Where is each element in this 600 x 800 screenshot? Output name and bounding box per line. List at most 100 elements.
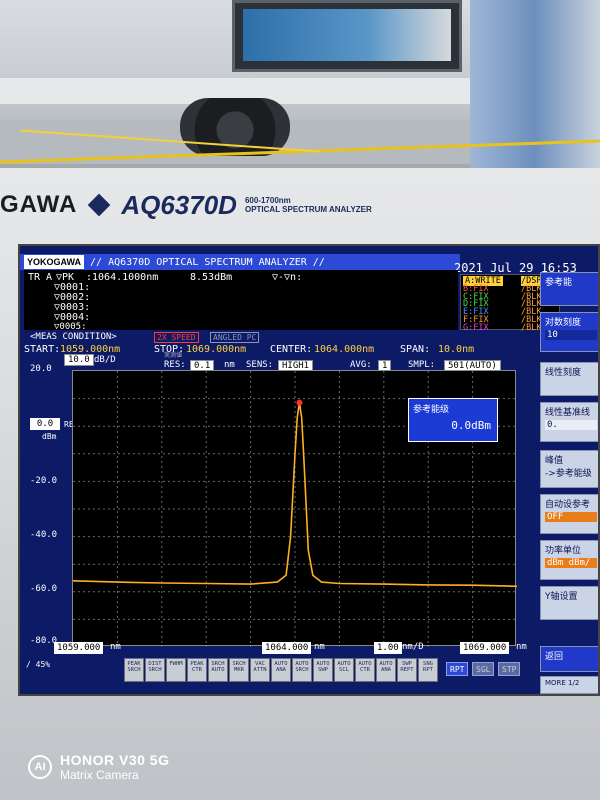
marker-wavelength: :1064.1000nm — [86, 272, 159, 283]
brand-bar: GAWA AQ6370D 600-1700nm OPTICAL SPECTRUM… — [0, 188, 372, 222]
speed-badge: 2X SPEED — [154, 332, 199, 343]
x-stop-value: 1069.000 — [460, 642, 510, 654]
softkey-peak-to-ref[interactable]: 峰值 ->参考能级 — [540, 450, 598, 488]
start-label: START: — [24, 344, 61, 355]
softkey-auto-ref-label: 自动设参考 — [545, 500, 591, 510]
toolbar-button[interactable]: SRCH MKR — [229, 658, 249, 682]
softkey-menu: 参考能 对数刻度 10 线性刻度 线性基准线 0. 峰值 ->参考能级 自动设参考 OF… — [540, 262, 598, 694]
toolbar-button[interactable]: AUTO SWP — [313, 658, 333, 682]
repeat-button[interactable]: RPT — [446, 662, 469, 676]
x-per-div-value: 1.00 — [374, 642, 402, 654]
background-lab-scene — [0, 0, 600, 180]
toolbar-button[interactable]: SRCH AUTO — [208, 658, 228, 682]
ai-camera-icon: AI — [28, 755, 52, 779]
brand-model: AQ6370D — [121, 189, 237, 220]
brand-maker: GAWA — [0, 191, 78, 218]
toolbar-button[interactable]: AUTO ANA — [376, 658, 396, 682]
softkey-more[interactable]: MORE 1/2 — [540, 676, 598, 694]
brand-diamond-icon — [88, 193, 111, 217]
avg-label: AVG: — [350, 360, 372, 370]
watermark-line-1: HONOR V30 5G — [60, 752, 170, 768]
toolbar-button[interactable]: FWHM — [166, 658, 186, 682]
brand-range: 600-1700nm — [244, 196, 291, 205]
meas-label: <MEAS CONDITION> — [30, 332, 117, 342]
span-value[interactable]: 10.0nm — [438, 344, 474, 355]
ref-level-unit: dBm — [42, 432, 57, 441]
screen-title-bar: YOKOGAWA // AQ6370D OPTICAL SPECTRUM ANA… — [20, 254, 460, 270]
softkey-y-axis-settings[interactable]: Y轴设置 — [540, 586, 598, 620]
ref-level-value[interactable]: 0.0 — [30, 418, 60, 430]
y-tick-label: -40.0 — [30, 530, 58, 540]
center-value[interactable]: 1064.000nm — [314, 344, 374, 355]
ref-level-popup[interactable]: 参考能级 0.0dBm — [408, 398, 498, 442]
watermark-line-2: Matrix Camera — [60, 768, 139, 782]
watermark-text: HONOR V30 5G Matrix Camera — [60, 752, 169, 782]
zoom-level: / 45% — [26, 660, 51, 669]
scale-unit: dB/D — [94, 355, 116, 365]
marker-line-5: ▽0005: — [54, 322, 87, 332]
softkey-log-scale[interactable]: 对数刻度 10 — [540, 312, 598, 352]
span-label: SPAN: — [400, 344, 431, 355]
softkey-log-scale-value: 10 — [545, 330, 597, 340]
softkey-linear-base[interactable]: 线性基准线 0. — [540, 402, 598, 442]
toolbar-button[interactable]: VAC ATTN — [250, 658, 270, 682]
softkey-auto-ref[interactable]: 自动设参考 OFF — [540, 494, 598, 534]
x-center-unit: nm — [314, 642, 325, 652]
x-start-unit: nm — [110, 642, 121, 652]
background-monitor — [232, 0, 462, 72]
x-start-value: 1059.000 — [54, 642, 104, 654]
center-label: CENTER: — [270, 344, 313, 355]
toolbar-button[interactable]: AUTO ANA — [271, 658, 291, 682]
y-tick-label: 20.0 — [30, 364, 52, 374]
toolbar-button[interactable]: SWP REPT — [397, 658, 417, 682]
softkey-auto-ref-value: OFF — [545, 512, 597, 522]
sens-label: SENS: — [246, 360, 274, 370]
brand-description: OPTICAL SPECTRUM ANALYZER — [244, 205, 372, 214]
trace-state: /BLK — [521, 322, 542, 333]
bottom-toolbar: / 45% RPT SGL STP PEAK SRCH DIST SRCH FWHM… — [24, 658, 524, 688]
marker-readout: TR A ▽PK :1064.1000nm 8.53dBm ▽-▽n: ▽000… — [24, 270, 458, 332]
y-tick-label: -20.0 — [30, 476, 58, 486]
background-equipment — [470, 0, 600, 175]
scale-value[interactable]: 10.0 — [64, 354, 94, 366]
softkey-y-axis-label: Y轴设置 — [545, 592, 578, 602]
softkey-power-unit[interactable]: 功率单位 dBm dBm/ — [540, 540, 598, 580]
softkey-return-label: 返回 — [545, 652, 564, 662]
camera-watermark: AI HONOR V30 5G Matrix Camera — [28, 752, 169, 782]
softkey-peak-label: 峰值 — [545, 456, 564, 466]
angled-badge: ANGLED PC — [210, 332, 260, 343]
peak-marker[interactable] — [296, 399, 303, 406]
softkey-ref-level[interactable]: 参考能 — [540, 272, 598, 306]
screen-title: // AQ6370D OPTICAL SPECTRUM ANALYZER // — [90, 256, 325, 268]
smpl-label: SMPL: — [408, 360, 436, 370]
y-tick-label: -60.0 — [30, 584, 58, 594]
x-axis-row: 1059.000 nm 1064.000 nm 1.00 nm/D 1069.0… — [20, 642, 540, 656]
background-monitor-screen — [243, 9, 451, 61]
softkey-more-label: MORE 1/2 — [545, 679, 580, 687]
toolbar-button[interactable]: AUTO CTR — [355, 658, 375, 682]
marker-delta: ▽-▽n: — [272, 272, 303, 283]
softkey-log-scale-label: 对数刻度 — [545, 318, 582, 328]
screen-logo: YOKOGAWA — [24, 255, 85, 269]
toolbar-button[interactable]: SNG RPT — [418, 658, 438, 682]
single-button[interactable]: SGL — [472, 662, 495, 676]
toolbar-button[interactable]: DIST SRCH — [145, 658, 165, 682]
softkey-linear-scale[interactable]: 线性刻度 — [540, 362, 598, 396]
marker-level: 8.53dBm — [190, 272, 233, 283]
softkey-peak-to-ref-label: ->参考能级 — [545, 469, 592, 479]
res-label: RES: — [164, 360, 186, 370]
brand-subtitle: 600-1700nm OPTICAL SPECTRUM ANALYZER — [245, 196, 372, 214]
toolbar-button[interactable]: AUTO SCL — [334, 658, 354, 682]
stop-button[interactable]: STP — [498, 662, 521, 676]
popup-title: 参考能级 — [413, 405, 450, 415]
softkey-return[interactable]: 返回 — [540, 646, 598, 672]
softkey-linear-base-value: 0. — [545, 420, 597, 430]
softkey-ref-level-label: 参考能 — [545, 278, 573, 288]
x-per-div-unit: nm/D — [402, 642, 424, 652]
toolbar-button[interactable]: AUTO SRCH — [292, 658, 312, 682]
res-tag: 実測値 — [164, 352, 183, 359]
stop-value[interactable]: 1069.000nm — [186, 344, 246, 355]
softkey-linear-scale-label: 线性刻度 — [545, 368, 582, 378]
toolbar-button[interactable]: PEAK SRCH — [124, 658, 144, 682]
toolbar-button[interactable]: PEAK CTR — [187, 658, 207, 682]
